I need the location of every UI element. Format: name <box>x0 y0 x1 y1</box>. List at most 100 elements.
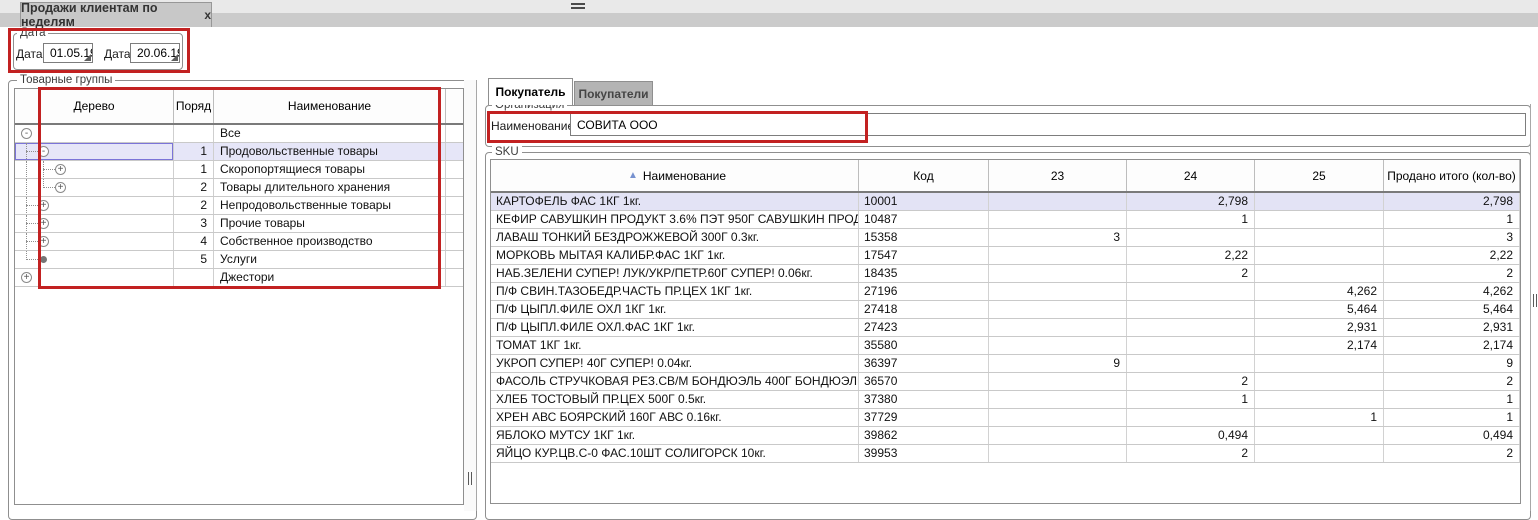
tree-name-cell[interactable]: Непродовольственные товары <box>214 197 446 214</box>
sku-name-cell[interactable]: П/Ф ЦЫПЛ.ФИЛЕ ОХЛ 1КГ 1кг. <box>491 301 859 318</box>
sku-name-cell[interactable]: ФАСОЛЬ СТРУЧКОВАЯ РЕЗ.СВ/М БОНДЮЭЛЬ 400Г… <box>491 373 859 390</box>
tree-name-cell[interactable]: Все <box>214 125 446 142</box>
sku-total-cell[interactable]: 2,174 <box>1384 337 1520 354</box>
tree-order-cell[interactable]: 3 <box>174 215 214 232</box>
table-row[interactable]: ЛАВАШ ТОНКИЙ БЕЗДРОЖЖЕВОЙ 300Г 0.3кг.153… <box>491 229 1520 247</box>
organization-name-input[interactable] <box>570 113 1526 136</box>
sku-code-cell[interactable]: 10487 <box>859 211 989 228</box>
tree-cell[interactable]: + <box>15 197 174 214</box>
sku-week25-cell[interactable] <box>1255 391 1384 408</box>
sku-week25-cell[interactable]: 4,262 <box>1255 283 1384 300</box>
sku-code-cell[interactable]: 18435 <box>859 265 989 282</box>
expand-icon[interactable]: + <box>21 272 32 283</box>
sku-week24-cell[interactable] <box>1127 355 1255 372</box>
table-row[interactable]: КАРТОФЕЛЬ ФАС 1КГ 1кг.100012,7982,798 <box>491 193 1520 211</box>
tree-name-cell[interactable]: Услуги <box>214 251 446 268</box>
sku-week23-cell[interactable] <box>989 337 1127 354</box>
table-row[interactable]: УКРОП СУПЕР! 40Г СУПЕР! 0.04кг.3639799 <box>491 355 1520 373</box>
tree-row[interactable]: +1Скоропортящиеся товары <box>15 161 463 179</box>
tree-cell[interactable]: - <box>15 125 174 142</box>
sku-name-cell[interactable]: УКРОП СУПЕР! 40Г СУПЕР! 0.04кг. <box>491 355 859 372</box>
table-row[interactable]: НАБ.ЗЕЛЕНИ СУПЕР! ЛУК/УКР/ПЕТР.60Г СУПЕР… <box>491 265 1520 283</box>
sku-total-cell[interactable]: 1 <box>1384 211 1520 228</box>
sku-week25-cell[interactable] <box>1255 445 1384 462</box>
sku-week23-cell[interactable] <box>989 283 1127 300</box>
sku-week25-cell[interactable]: 5,464 <box>1255 301 1384 318</box>
sku-week24-cell[interactable] <box>1127 319 1255 336</box>
sku-week23-cell[interactable] <box>989 247 1127 264</box>
table-row[interactable]: МОРКОВЬ МЫТАЯ КАЛИБР.ФАС 1КГ 1кг.175472,… <box>491 247 1520 265</box>
tree-name-cell[interactable]: Скоропортящиеся товары <box>214 161 446 178</box>
tree-order-cell[interactable]: 2 <box>174 179 214 196</box>
sku-week25-cell[interactable]: 1 <box>1255 409 1384 426</box>
tree-order-cell[interactable]: 2 <box>174 197 214 214</box>
tree-name-cell[interactable]: Собственное производство <box>214 233 446 250</box>
sku-name-cell[interactable]: МОРКОВЬ МЫТАЯ КАЛИБР.ФАС 1КГ 1кг. <box>491 247 859 264</box>
sku-total-cell[interactable]: 3 <box>1384 229 1520 246</box>
sku-week24-cell[interactable] <box>1127 409 1255 426</box>
sku-code-cell[interactable]: 36570 <box>859 373 989 390</box>
sku-code-cell[interactable]: 15358 <box>859 229 989 246</box>
sku-week23-cell[interactable] <box>989 301 1127 318</box>
tree-row[interactable]: +3Прочие товары <box>15 215 463 233</box>
tab-buyers[interactable]: Покупатели <box>574 81 653 105</box>
tree-row[interactable]: - Все <box>15 125 463 143</box>
sku-week24-cell[interactable]: 2 <box>1127 373 1255 390</box>
sku-name-cell[interactable]: ЯЙЦО КУР.ЦВ.С-0 ФАС.10ШТ СОЛИГОРСК 10кг. <box>491 445 859 462</box>
tab-buyer[interactable]: Покупатель <box>488 78 573 105</box>
sku-week23-cell[interactable]: 9 <box>989 355 1127 372</box>
sku-code-cell[interactable]: 10001 <box>859 193 989 210</box>
sku-code-cell[interactable]: 36397 <box>859 355 989 372</box>
panel-splitter[interactable] <box>464 80 477 511</box>
sku-week24-cell[interactable] <box>1127 337 1255 354</box>
table-row[interactable]: ЯЙЦО КУР.ЦВ.С-0 ФАС.10ШТ СОЛИГОРСК 10кг.… <box>491 445 1520 463</box>
sku-name-cell[interactable]: ТОМАТ 1КГ 1кг. <box>491 337 859 354</box>
tree-order-cell[interactable]: 5 <box>174 251 214 268</box>
date-from-input[interactable] <box>43 43 93 63</box>
table-row[interactable]: П/Ф ЦЫПЛ.ФИЛЕ ОХЛ.ФАС 1КГ 1кг.274232,931… <box>491 319 1520 337</box>
collapse-icon[interactable]: - <box>38 146 49 157</box>
sku-code-cell[interactable]: 39953 <box>859 445 989 462</box>
sku-code-cell[interactable]: 27418 <box>859 301 989 318</box>
sku-week25-cell[interactable] <box>1255 373 1384 390</box>
sku-week23-cell[interactable] <box>989 409 1127 426</box>
sku-week25-cell[interactable] <box>1255 427 1384 444</box>
sku-week24-cell[interactable]: 2 <box>1127 265 1255 282</box>
table-row[interactable]: ХРЕН АВС БОЯРСКИЙ 160Г АВС 0.16кг.377291… <box>491 409 1520 427</box>
menu-grip-icon[interactable] <box>571 3 585 11</box>
expand-icon[interactable]: + <box>55 164 66 175</box>
sku-header-code[interactable]: Код <box>859 160 989 191</box>
sku-total-cell[interactable]: 2 <box>1384 265 1520 282</box>
tree-name-cell[interactable]: Прочие товары <box>214 215 446 232</box>
sku-code-cell[interactable]: 35580 <box>859 337 989 354</box>
sku-code-cell[interactable]: 27196 <box>859 283 989 300</box>
sku-week24-cell[interactable] <box>1127 301 1255 318</box>
sku-week25-cell[interactable] <box>1255 193 1384 210</box>
tree-cell[interactable]: - <box>15 143 174 160</box>
sku-header-total[interactable]: Продано итого (кол-во) <box>1384 160 1520 191</box>
sku-week25-cell[interactable] <box>1255 247 1384 264</box>
sku-name-cell[interactable]: КЕФИР САВУШКИН ПРОДУКТ 3.6% ПЭТ 950Г САВ… <box>491 211 859 228</box>
sku-week24-cell[interactable]: 2,22 <box>1127 247 1255 264</box>
sku-total-cell[interactable]: 9 <box>1384 355 1520 372</box>
sku-week24-cell[interactable] <box>1127 229 1255 246</box>
sku-week24-cell[interactable]: 1 <box>1127 391 1255 408</box>
date-to-picker[interactable] <box>130 43 180 63</box>
sku-total-cell[interactable]: 2 <box>1384 445 1520 462</box>
sku-week24-cell[interactable]: 1 <box>1127 211 1255 228</box>
sku-week24-cell[interactable]: 2,798 <box>1127 193 1255 210</box>
tree-cell[interactable]: + <box>15 269 174 286</box>
tree-cell[interactable] <box>15 251 174 268</box>
sku-week23-cell[interactable] <box>989 391 1127 408</box>
expand-icon[interactable]: + <box>38 218 49 229</box>
sku-total-cell[interactable]: 5,464 <box>1384 301 1520 318</box>
sku-total-cell[interactable]: 2,798 <box>1384 193 1520 210</box>
right-splitter-grip-icon[interactable] <box>1532 294 1538 307</box>
sku-total-cell[interactable]: 1 <box>1384 391 1520 408</box>
tree-order-cell[interactable]: 4 <box>174 233 214 250</box>
tree-cell[interactable]: + <box>15 233 174 250</box>
sku-week23-cell[interactable] <box>989 427 1127 444</box>
sku-total-cell[interactable]: 4,262 <box>1384 283 1520 300</box>
sku-week25-cell[interactable] <box>1255 229 1384 246</box>
sku-week24-cell[interactable] <box>1127 283 1255 300</box>
